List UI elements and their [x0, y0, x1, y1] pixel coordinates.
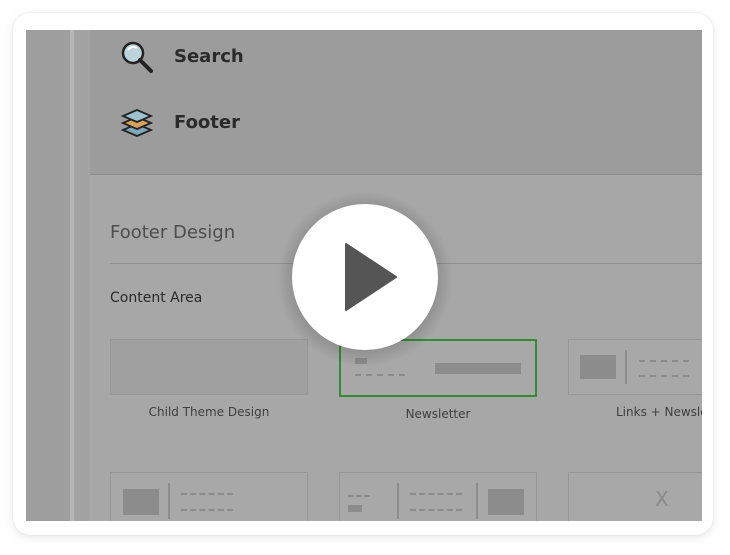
thumb-divider [476, 483, 478, 519]
layout-option-child-theme[interactable] [110, 339, 308, 395]
layout-caption: Links + Newslet [616, 405, 702, 419]
thumb-dash [181, 493, 233, 495]
rail-divider [70, 30, 74, 521]
play-button[interactable] [292, 204, 438, 350]
nav-label-footer: Footer [174, 112, 240, 133]
left-rail [26, 30, 70, 521]
layout-caption: Child Theme Design [148, 405, 270, 419]
thumb-dash [639, 360, 689, 362]
layout-option-links-newsletter[interactable] [568, 339, 702, 395]
section-title: Footer Design [110, 222, 236, 243]
thumb-divider [168, 483, 170, 519]
nav-label-search: Search [174, 46, 244, 67]
thumb-block [123, 489, 159, 515]
thumb-block [488, 489, 524, 515]
thumb-divider [625, 350, 627, 384]
nav-item-footer[interactable]: Footer [90, 96, 702, 175]
layers-icon [120, 109, 154, 137]
thumb-dash [639, 375, 689, 377]
layout-option-4[interactable] [110, 472, 308, 521]
layout-caption: Newsletter [405, 407, 471, 421]
thumb-dash [410, 493, 462, 495]
thumb-dash [181, 509, 233, 511]
thumb-bar [435, 363, 521, 374]
thumb-dash [348, 495, 370, 497]
layout-option-6[interactable]: X [568, 472, 702, 521]
play-icon [345, 243, 397, 311]
layout-option-5[interactable] [339, 472, 537, 521]
thumb-dash [410, 509, 462, 511]
thumb-divider [397, 483, 399, 519]
magnifier-icon [121, 41, 153, 73]
thumb-block [348, 505, 362, 512]
content-area-label: Content Area [110, 290, 203, 306]
layout-x-glyph: X [655, 487, 669, 511]
thumb-block [580, 355, 616, 379]
thumb-dash [355, 374, 405, 376]
